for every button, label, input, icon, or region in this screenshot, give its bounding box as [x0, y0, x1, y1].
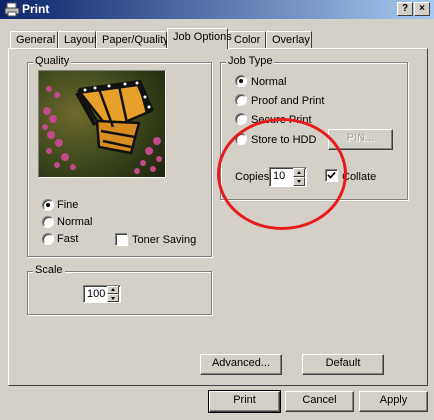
- help-button[interactable]: ?: [397, 2, 413, 16]
- job-type-legend: Job Type: [226, 55, 275, 67]
- spin-up-icon[interactable]: [293, 168, 305, 177]
- checkmark-icon: [327, 171, 336, 179]
- quality-fine-radio[interactable]: [42, 199, 54, 211]
- cancel-button[interactable]: Cancel: [285, 391, 354, 412]
- job-secure-print-radio[interactable]: [235, 113, 247, 125]
- title-bar[interactable]: Print ? ×: [0, 0, 434, 19]
- quality-fine-label: Fine: [57, 199, 79, 211]
- pin-button[interactable]: PIN...: [328, 129, 393, 150]
- quality-normal-radio[interactable]: [42, 216, 54, 228]
- quality-fast-radio[interactable]: [42, 233, 54, 245]
- quality-legend: Quality: [33, 55, 72, 67]
- default-button[interactable]: Default: [302, 354, 384, 375]
- job-normal-label: Normal: [251, 76, 287, 88]
- spin-down-icon[interactable]: [293, 177, 305, 186]
- printer-icon: [4, 2, 20, 17]
- toner-saving-checkbox[interactable]: [115, 233, 128, 246]
- quality-normal-label: Normal: [57, 216, 93, 228]
- tab-layout[interactable]: Layout: [58, 31, 97, 48]
- tab-overlay[interactable]: Overlay: [266, 31, 312, 48]
- apply-button[interactable]: Apply: [359, 391, 428, 412]
- advanced-button[interactable]: Advanced...: [200, 354, 282, 375]
- job-proof-and-print-radio[interactable]: [235, 94, 247, 106]
- job-normal-radio[interactable]: [235, 75, 247, 87]
- job-secure-print-label: Secure Print: [251, 114, 312, 126]
- toner-saving-label: Toner Saving: [132, 234, 197, 246]
- window-title: Print: [22, 2, 50, 16]
- collate-checkbox[interactable]: [325, 169, 338, 182]
- job-store-to-hdd-radio[interactable]: [235, 133, 247, 145]
- job-proof-and-print-label: Proof and Print: [251, 95, 325, 107]
- copies-label: Copies: [235, 171, 270, 183]
- quality-fast-label: Fast: [57, 233, 79, 245]
- print-button[interactable]: Print: [209, 391, 280, 412]
- scale-spinner[interactable]: [107, 286, 119, 302]
- tab-job-options[interactable]: Job Options: [167, 28, 232, 49]
- spin-down-icon[interactable]: [107, 294, 119, 302]
- tab-general[interactable]: General: [10, 31, 58, 48]
- quality-preview-image: [38, 70, 166, 178]
- tab-paper-quality[interactable]: Paper/Quality: [96, 31, 169, 48]
- tab-color[interactable]: Color: [228, 31, 266, 48]
- copies-spinner[interactable]: [293, 168, 305, 186]
- job-store-to-hdd-label: Store to HDD: [251, 134, 317, 146]
- scale-legend: Scale: [33, 264, 65, 276]
- spin-up-icon[interactable]: [107, 286, 119, 294]
- collate-label: Collate: [342, 171, 377, 183]
- close-button[interactable]: ×: [414, 2, 430, 16]
